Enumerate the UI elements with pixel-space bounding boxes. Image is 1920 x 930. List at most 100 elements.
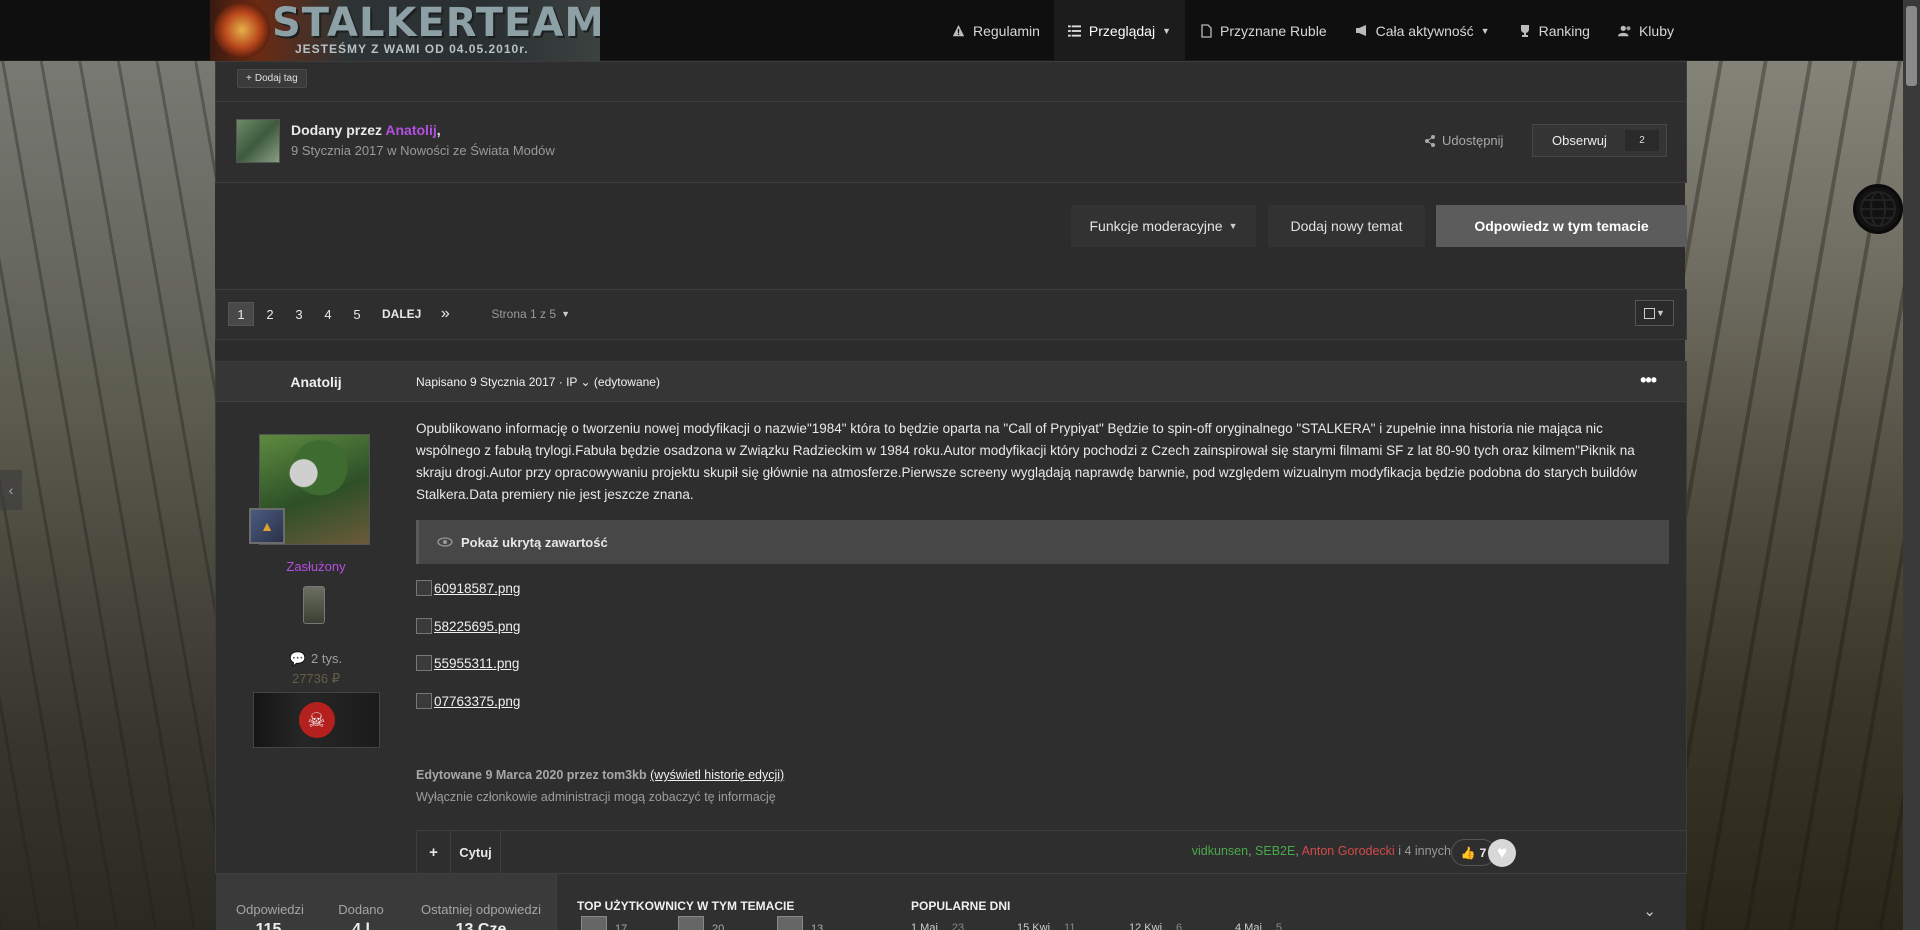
topic-date-line: 9 Stycznia 2017 w Nowości ze Świata Modó… [291,143,555,158]
list-icon [1068,24,1082,38]
reply-button[interactable]: Odpowiedz w tym temacie [1436,205,1687,247]
nav-regulamin[interactable]: Regulamin [938,0,1054,61]
background-left [0,0,215,930]
popular-day[interactable]: 4 Maj 5 [1235,922,1282,930]
stat-label: Dodano [338,902,384,917]
topic-author-link[interactable]: Anatolij [385,122,436,138]
page-scrollbar[interactable] [1903,0,1920,930]
liker-name[interactable]: SEB2E [1255,844,1295,858]
users-icon [1617,24,1632,38]
user-badge-icon: ▲ [249,508,285,544]
image-link-1[interactable]: 60918587.png [416,580,520,596]
popular-day-count: 6 [1176,922,1183,930]
site-logo[interactable]: STALKERTEAM JESTEŚMY Z WAMI OD 04.05.201… [210,0,600,61]
nav-label: Przyznane Ruble [1220,22,1327,39]
top-user[interactable]: 13 [777,916,823,930]
trophy-icon [1518,24,1532,38]
popular-day-count: 5 [1275,922,1283,930]
popular-day[interactable]: 15 Kwi 11 [1017,922,1075,930]
logo-subtitle: JESTEŚMY Z WAMI OD 04.05.2010r. [295,42,529,56]
add-tag-button[interactable]: + Dodaj tag [237,69,307,88]
nav-ranking[interactable]: Ranking [1504,0,1604,61]
page-jump[interactable]: Strona 1 z 5 ▼ [491,307,570,321]
post-meta[interactable]: Napisano 9 Stycznia 2017 · IP ⌄ (edytowa… [416,375,660,389]
added-by: Dodany przez Anatolij, [291,122,441,138]
edit-note: Wyłącznie członkowie administracji mogą … [416,790,776,804]
moderation-functions-button[interactable]: Funkcje moderacyjne ▼ [1071,205,1256,247]
edit-history-link[interactable]: (wyświetl historię edycji) [650,768,784,782]
popular-day-date: 15 Kwi [1017,922,1051,930]
likers-list: vidkunsen, SEB2E, Anton Gorodecki i 4 in… [1191,844,1451,858]
topic-author-avatar[interactable] [236,119,280,163]
spoiler-label: Pokaż ukrytą zawartość [461,534,608,550]
stats-divider [556,874,557,930]
side-arrow-icon[interactable]: ‹ [0,470,22,510]
new-topic-button[interactable]: Dodaj nowy temat [1268,205,1425,247]
caret-down-icon: ▼ [1228,221,1238,231]
page-2[interactable]: 2 [257,302,283,326]
spoiler-toggle[interactable]: Pokaż ukrytą zawartość [416,520,1669,564]
top-user[interactable]: 20 [678,916,724,930]
pagination: 1 2 3 4 5 DALEJ » Strona 1 z 5 ▼ [228,302,570,326]
liker-others-link[interactable]: i 4 innych [1398,844,1451,858]
page-4[interactable]: 4 [315,302,341,326]
thumbs-up-icon: 👍 [1460,845,1476,860]
caret-down-icon: ▼ [1656,308,1665,318]
scrollbar-thumb[interactable] [1906,6,1917,86]
post-author-name[interactable]: Anatolij [216,374,416,390]
nav-label: Kluby [1638,22,1674,39]
stat-label: Odpowiedzi [236,902,304,917]
view-mode-button[interactable]: ▼ [1635,300,1674,326]
post-header: Anatolij Napisano 9 Stycznia 2017 · IP ⌄… [216,362,1686,402]
last-page-icon[interactable]: » [432,302,458,326]
popular-day[interactable]: 12 Kwi 6 [1129,922,1182,930]
top-user-count: 20 [712,923,725,930]
follow-count: 2 [1625,130,1659,151]
popular-day[interactable]: 1 Maj 23 [911,922,964,930]
follow-button[interactable]: Obserwuj 2 [1532,124,1667,157]
image-link-4[interactable]: 07763375.png [416,693,520,709]
stat-value: 4 l [352,921,370,930]
broken-image-icon [416,693,432,709]
page-of-label: Strona 1 z 5 [491,307,557,321]
user-signature-banner: ☠ [253,692,380,748]
page-1[interactable]: 1 [228,302,254,326]
multiquote-button[interactable]: + [416,831,451,874]
checkbox-icon [1644,307,1656,319]
more-options-icon[interactable]: ••• [1640,370,1657,391]
edited-label: Edytowane 9 Marca 2020 przez tom3kb [416,768,647,782]
share-button[interactable]: Udostępnij [1424,133,1503,148]
comment-icon: 💬 [289,651,307,666]
popular-day-date: 4 Maj [1235,922,1262,930]
avatar [581,916,607,930]
globe-icon[interactable] [1853,184,1903,234]
avatar [678,916,704,930]
nav-przyznane-ruble[interactable]: Przyznane Ruble [1185,0,1341,61]
post-content: Opublikowano informację o tworzeniu nowe… [416,421,1637,502]
popular-day-date: 1 Maj [911,922,938,930]
quote-button[interactable]: Cytuj [451,831,501,874]
image-link-3[interactable]: 55955311.png [416,655,519,671]
stat-label: Ostatniej odpowiedzi [421,902,541,917]
heart-react-icon[interactable]: ♥ [1488,839,1516,867]
top-user[interactable]: 17 [581,916,627,930]
image-filename: 60918587.png [434,580,521,596]
popular-days-title: POPULARNE DNI [911,899,1011,913]
nav-cala-aktywnosc[interactable]: Cała aktywność ▼ [1341,0,1504,61]
popular-day-count: 11 [1064,922,1076,930]
image-filename: 07763375.png [434,693,521,709]
nav-label: Regulamin [972,22,1040,39]
nav-kluby[interactable]: Kluby [1604,0,1688,61]
liker-name[interactable]: vidkunsen [1192,844,1248,858]
page-3[interactable]: 3 [286,302,312,326]
image-link-2[interactable]: 58225695.png [416,618,520,634]
page-5[interactable]: 5 [344,302,370,326]
next-page-button[interactable]: DALEJ [378,302,425,326]
nav-przegladaj[interactable]: Przeglądaj ▼ [1053,0,1185,61]
avatar [777,916,803,930]
liker-name[interactable]: Anton Gorodecki [1302,844,1395,858]
caret-down-icon: ▼ [1480,25,1490,36]
chevron-down-icon[interactable]: ⌄ [1643,902,1656,920]
caret-down-icon: ▼ [1162,25,1171,36]
nav-label: Ranking [1538,22,1590,39]
